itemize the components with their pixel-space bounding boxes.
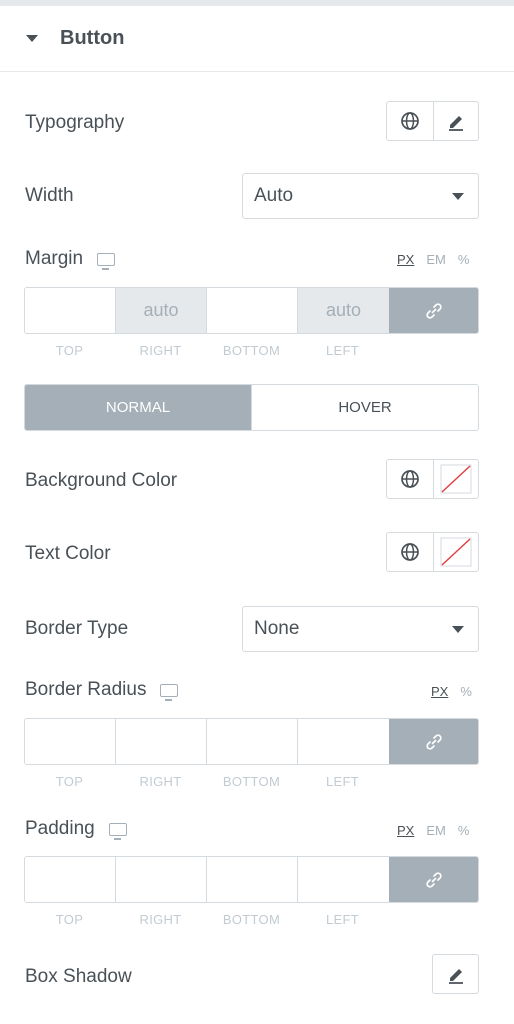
padding-unit-px[interactable]: PX [397,823,414,838]
border-type-label: Border Type [25,618,128,640]
border-type-select[interactable]: None [242,606,479,652]
box-shadow-edit-button[interactable] [433,955,478,993]
padding-top-label: TOP [55,912,84,927]
chevron-down-icon [452,626,464,633]
margin-unit-px[interactable]: PX [397,252,414,267]
monitor-icon[interactable] [108,822,127,840]
border-radius-label: Border Radius [25,679,179,701]
padding-left-input[interactable] [298,857,389,902]
border-radius-right-input[interactable] [116,719,207,764]
margin-inputs: auto auto [24,287,479,334]
border-radius-link-button[interactable] [389,719,478,764]
background-color-label: Background Color [25,470,177,492]
clear-color-icon [440,464,472,494]
padding-right-label: RIGHT [139,912,182,927]
margin-left-label: LEFT [326,343,359,358]
border-radius-unit-percent[interactable]: % [460,684,472,699]
tab-hover[interactable]: HOVER [251,385,478,430]
width-label: Width [25,185,74,207]
globe-icon [400,470,419,488]
margin-unit-percent[interactable]: % [458,252,470,267]
margin-bottom-input[interactable] [207,288,298,333]
margin-right-input[interactable]: auto [116,288,207,333]
padding-unit-em[interactable]: EM [426,823,446,838]
typography-global-button[interactable] [387,102,433,140]
text-color-label-text: Text Color [25,543,111,564]
border-radius-label-text: Border Radius [25,679,147,700]
typography-label: Typography [25,112,124,134]
text-color-controls [386,532,479,572]
padding-label: Padding [25,818,127,840]
border-radius-top-label: TOP [55,774,84,789]
chevron-down-icon [452,193,464,200]
border-radius-unit-px[interactable]: PX [431,684,448,699]
padding-link-button[interactable] [389,857,478,902]
link-icon [425,871,442,888]
margin-right-label: RIGHT [139,343,182,358]
border-type-select-value: None [254,618,300,639]
margin-top-input[interactable] [25,288,116,333]
padding-left-label: LEFT [326,912,359,927]
padding-unit-selector: PX EM % [397,823,469,838]
monitor-icon[interactable] [97,252,116,270]
width-select-value: Auto [254,185,294,206]
box-shadow-label-text: Box Shadow [25,966,132,987]
monitor-icon[interactable] [160,683,179,701]
margin-side-labels: TOP RIGHT BOTTOM LEFT [24,343,388,358]
padding-side-labels: TOP RIGHT BOTTOM LEFT [24,912,388,927]
typography-edit-button[interactable] [432,102,479,140]
background-color-label-text: Background Color [25,470,178,491]
border-radius-left-label: LEFT [326,774,359,789]
padding-unit-percent[interactable]: % [458,823,470,838]
margin-bottom-label: BOTTOM [222,343,281,358]
background-color-global-button[interactable] [387,460,433,498]
margin-top-label: TOP [55,343,84,358]
border-radius-unit-selector: PX % [431,684,472,699]
width-select[interactable]: Auto [242,173,479,219]
border-radius-bottom-label: BOTTOM [222,774,281,789]
padding-bottom-input[interactable] [207,857,298,902]
state-tabs: NORMAL HOVER [24,384,479,431]
border-radius-right-label: RIGHT [139,774,182,789]
box-shadow-controls [432,954,479,994]
typography-controls [386,101,479,141]
text-color-label: Text Color [25,543,111,565]
padding-top-input[interactable] [25,857,116,902]
margin-unit-em[interactable]: EM [426,252,446,267]
border-radius-left-input[interactable] [298,719,389,764]
globe-icon [400,112,419,130]
padding-label-text: Padding [25,818,95,839]
box-shadow-label: Box Shadow [25,966,132,988]
border-radius-bottom-input[interactable] [207,719,298,764]
text-color-global-button[interactable] [387,533,433,571]
link-icon [425,302,442,319]
margin-label-text: Margin [25,248,84,269]
padding-inputs [24,856,479,903]
caret-down-icon [26,35,38,42]
margin-link-button[interactable] [389,288,478,333]
width-label-text: Width [25,185,74,206]
border-type-label-text: Border Type [25,618,129,639]
border-radius-top-input[interactable] [25,719,116,764]
margin-unit-selector: PX EM % [397,252,469,267]
clear-color-icon [440,537,472,567]
tab-normal[interactable]: NORMAL [25,385,251,430]
pencil-icon [448,116,463,131]
section-title: Button [60,27,125,49]
padding-right-input[interactable] [116,857,207,902]
border-radius-inputs [24,718,479,765]
typography-label-text: Typography [25,112,125,133]
padding-bottom-label: BOTTOM [222,912,281,927]
link-icon [425,733,442,750]
section-header-button[interactable]: Button [0,6,514,72]
margin-label: Margin [25,248,116,270]
globe-icon [400,543,419,561]
background-color-picker-button[interactable] [432,460,479,498]
background-color-controls [386,459,479,499]
pencil-icon [448,969,463,984]
text-color-picker-button[interactable] [432,533,479,571]
margin-left-input[interactable]: auto [298,288,389,333]
border-radius-side-labels: TOP RIGHT BOTTOM LEFT [24,774,388,789]
